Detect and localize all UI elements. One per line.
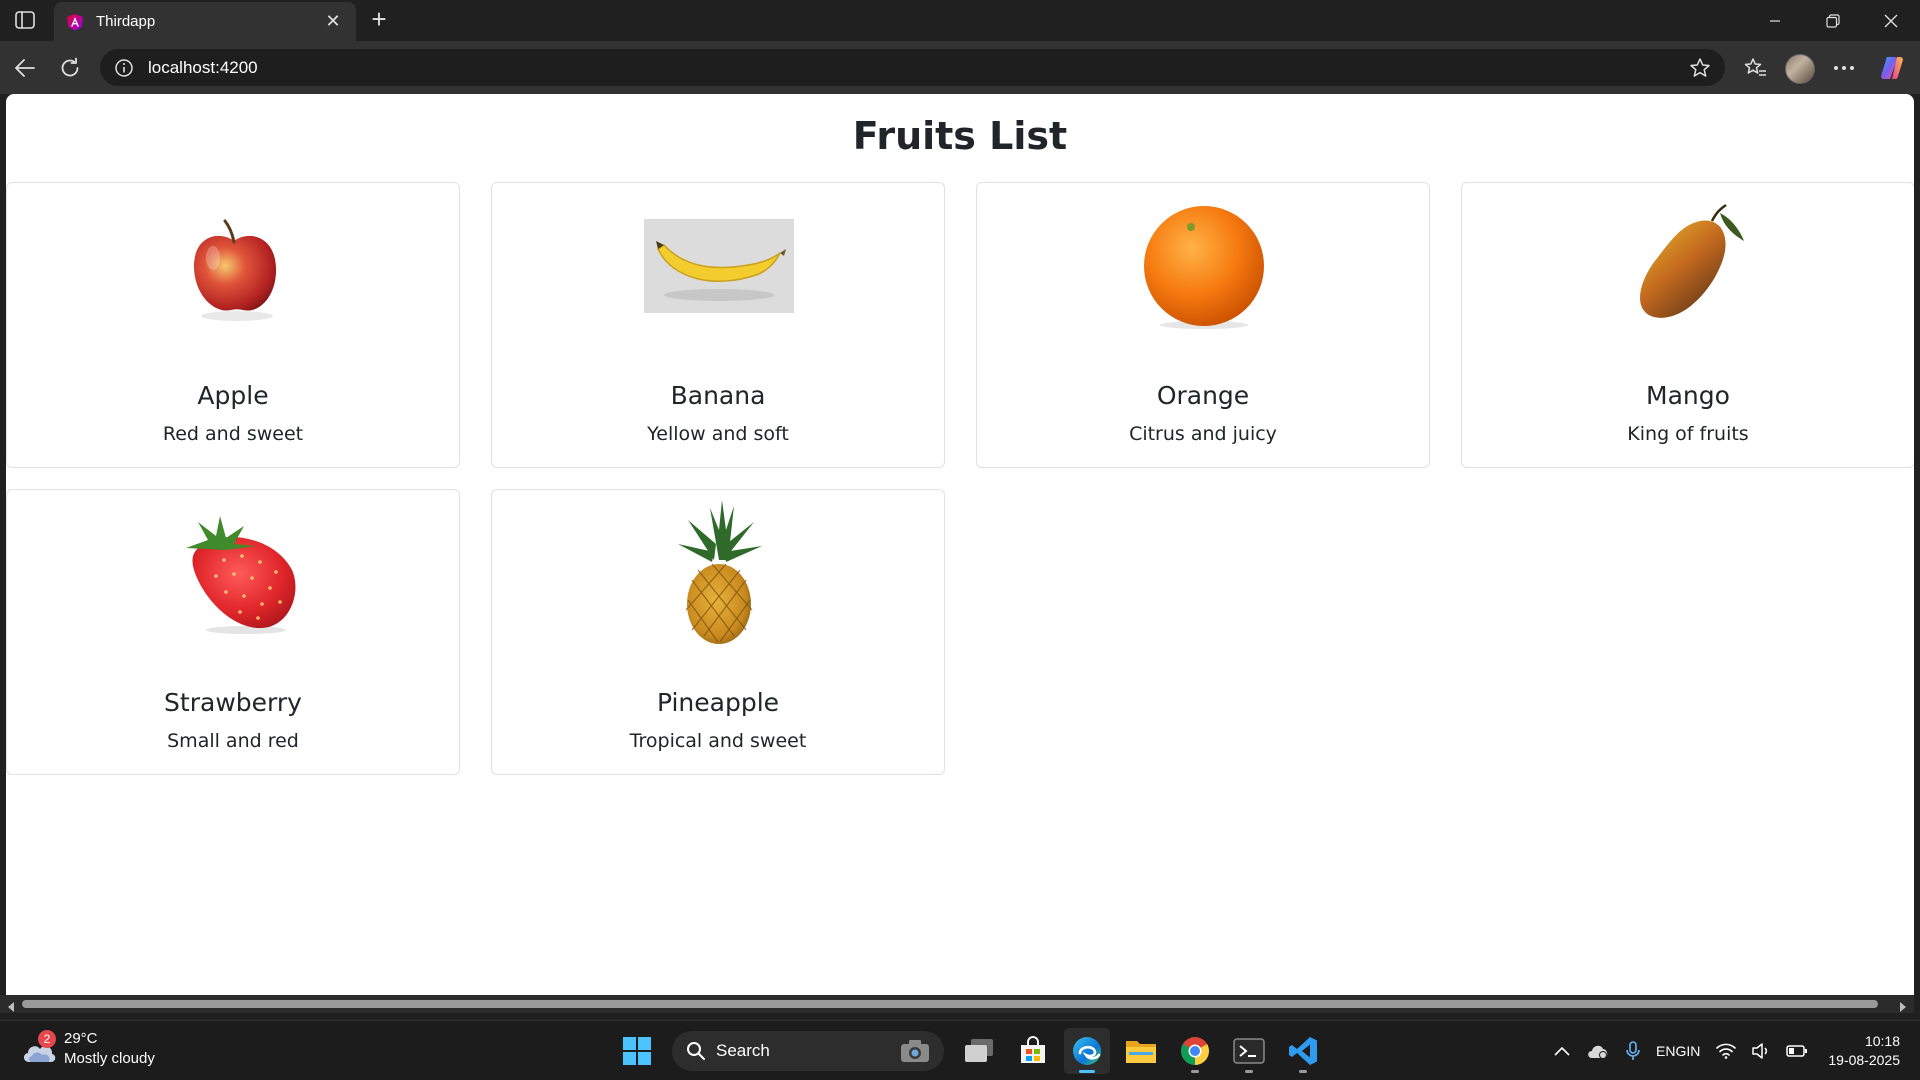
tab-title: Thirdapp [96, 13, 156, 30]
clock[interactable]: 10:18 19-08-2025 [1828, 1032, 1900, 1070]
language-indicator[interactable]: ENG IN [1656, 1042, 1700, 1060]
camera-search-icon[interactable] [900, 1039, 930, 1063]
language-code: ENG [1656, 1043, 1687, 1059]
angular-favicon-icon [66, 13, 84, 31]
weather-condition: Mostly cloudy [64, 1050, 155, 1067]
fruit-name: Banana [670, 381, 766, 410]
region-code: IN [1686, 1043, 1701, 1059]
new-tab-button[interactable]: + [364, 4, 394, 34]
task-view-icon[interactable] [956, 1028, 1002, 1074]
browser-tab-bar: Thirdapp ✕ + [0, 0, 1920, 41]
fruit-card-pineapple: Pineapple Tropical and sweet [491, 489, 945, 775]
page-viewport: Fruits List Apple Red and sweet Banana Y… [6, 94, 1914, 999]
copilot-icon[interactable] [1878, 54, 1906, 82]
browser-toolbar: localhost:4200 [0, 41, 1920, 94]
fruit-name: Pineapple [656, 688, 780, 717]
weather-badge: 2 [38, 1030, 56, 1048]
fruit-name: Strawberry [164, 688, 302, 717]
profile-avatar[interactable] [1785, 54, 1815, 84]
url-text[interactable]: localhost:4200 [148, 58, 1689, 78]
terminal-icon[interactable] [1226, 1028, 1272, 1074]
chrome-browser-icon[interactable] [1172, 1028, 1218, 1074]
address-bar[interactable]: localhost:4200 [100, 49, 1725, 86]
vscode-icon[interactable] [1280, 1028, 1326, 1074]
weather-text: 29°C Mostly cloudy [64, 1029, 155, 1069]
running-indicator [1299, 1070, 1307, 1073]
battery-icon[interactable] [1786, 1044, 1808, 1058]
windows-taskbar: 2 29°C Mostly cloudy Search ENG IN 10:18… [0, 1020, 1920, 1080]
active-indicator [1079, 1070, 1095, 1073]
fruit-description: Yellow and soft [647, 423, 789, 445]
show-hidden-icons-chevron-icon[interactable] [1554, 1046, 1570, 1056]
running-indicator [1245, 1070, 1253, 1073]
mango-image [1614, 191, 1764, 341]
fruit-description: Citrus and juicy [1129, 423, 1277, 445]
search-icon [687, 1042, 705, 1060]
microsoft-store-icon[interactable] [1010, 1028, 1056, 1074]
fruit-description: Tropical and sweet [629, 730, 807, 752]
fruit-name: Apple [197, 381, 269, 410]
orange-image [1129, 191, 1279, 341]
minimize-icon[interactable] [1746, 0, 1804, 41]
more-options-icon[interactable] [1828, 52, 1860, 84]
cloud-icon: 2 [20, 1030, 58, 1066]
horizontal-scrollbar[interactable] [0, 995, 1914, 1013]
restore-icon[interactable] [1804, 0, 1862, 41]
fruit-name: Orange [1156, 381, 1250, 410]
fruit-description: Red and sweet [162, 423, 304, 445]
strawberry-image [159, 498, 309, 648]
search-label: Search [716, 1041, 770, 1060]
browser-tab[interactable]: Thirdapp ✕ [54, 2, 356, 41]
file-explorer-icon[interactable] [1118, 1028, 1164, 1074]
edge-browser-icon[interactable] [1064, 1028, 1110, 1074]
refresh-icon[interactable] [54, 52, 86, 84]
wifi-icon[interactable] [1716, 1043, 1737, 1059]
fruit-card-apple: Apple Red and sweet [6, 182, 460, 468]
scroll-right-icon[interactable] [1898, 999, 1908, 1012]
favorite-star-icon[interactable] [1689, 57, 1711, 79]
start-button[interactable] [614, 1028, 660, 1074]
weather-widget[interactable]: 2 29°C Mostly cloudy [20, 1029, 155, 1069]
weather-temperature: 29°C [64, 1030, 98, 1047]
fruit-card-banana: Banana Yellow and soft [491, 182, 945, 468]
taskbar-search[interactable]: Search [672, 1031, 944, 1071]
fruit-card-strawberry: Strawberry Small and red [6, 489, 460, 775]
scrollbar-thumb[interactable] [22, 1000, 1878, 1008]
clock-time: 10:18 [1864, 1033, 1900, 1049]
tab-close-icon[interactable]: ✕ [322, 11, 344, 32]
onedrive-cloud-icon[interactable] [1586, 1042, 1610, 1060]
tab-actions-icon[interactable] [10, 8, 40, 32]
fruit-name: Mango [1646, 381, 1730, 410]
fruit-description: Small and red [167, 730, 299, 752]
site-info-icon[interactable] [114, 58, 134, 78]
system-tray: ENG IN 10:18 19-08-2025 [1546, 1021, 1920, 1080]
window-controls [1746, 0, 1920, 41]
favorites-icon[interactable] [1740, 52, 1772, 84]
close-window-icon[interactable] [1862, 0, 1920, 41]
running-indicator [1191, 1070, 1199, 1073]
taskbar-apps: Search [610, 1028, 1330, 1074]
clock-date: 19-08-2025 [1828, 1052, 1900, 1068]
banana-image [644, 191, 794, 341]
fruit-card-orange: Orange Citrus and juicy [976, 182, 1430, 468]
volume-icon[interactable] [1752, 1043, 1770, 1059]
microphone-icon[interactable] [1626, 1041, 1640, 1061]
scroll-left-icon[interactable] [6, 999, 16, 1012]
apple-image [159, 191, 309, 341]
back-arrow-icon[interactable] [9, 52, 41, 84]
fruit-description: King of fruits [1627, 423, 1749, 445]
page-title: Fruits List [852, 114, 1068, 158]
pineapple-image [644, 498, 794, 648]
fruit-card-mango: Mango King of fruits [1461, 182, 1914, 468]
